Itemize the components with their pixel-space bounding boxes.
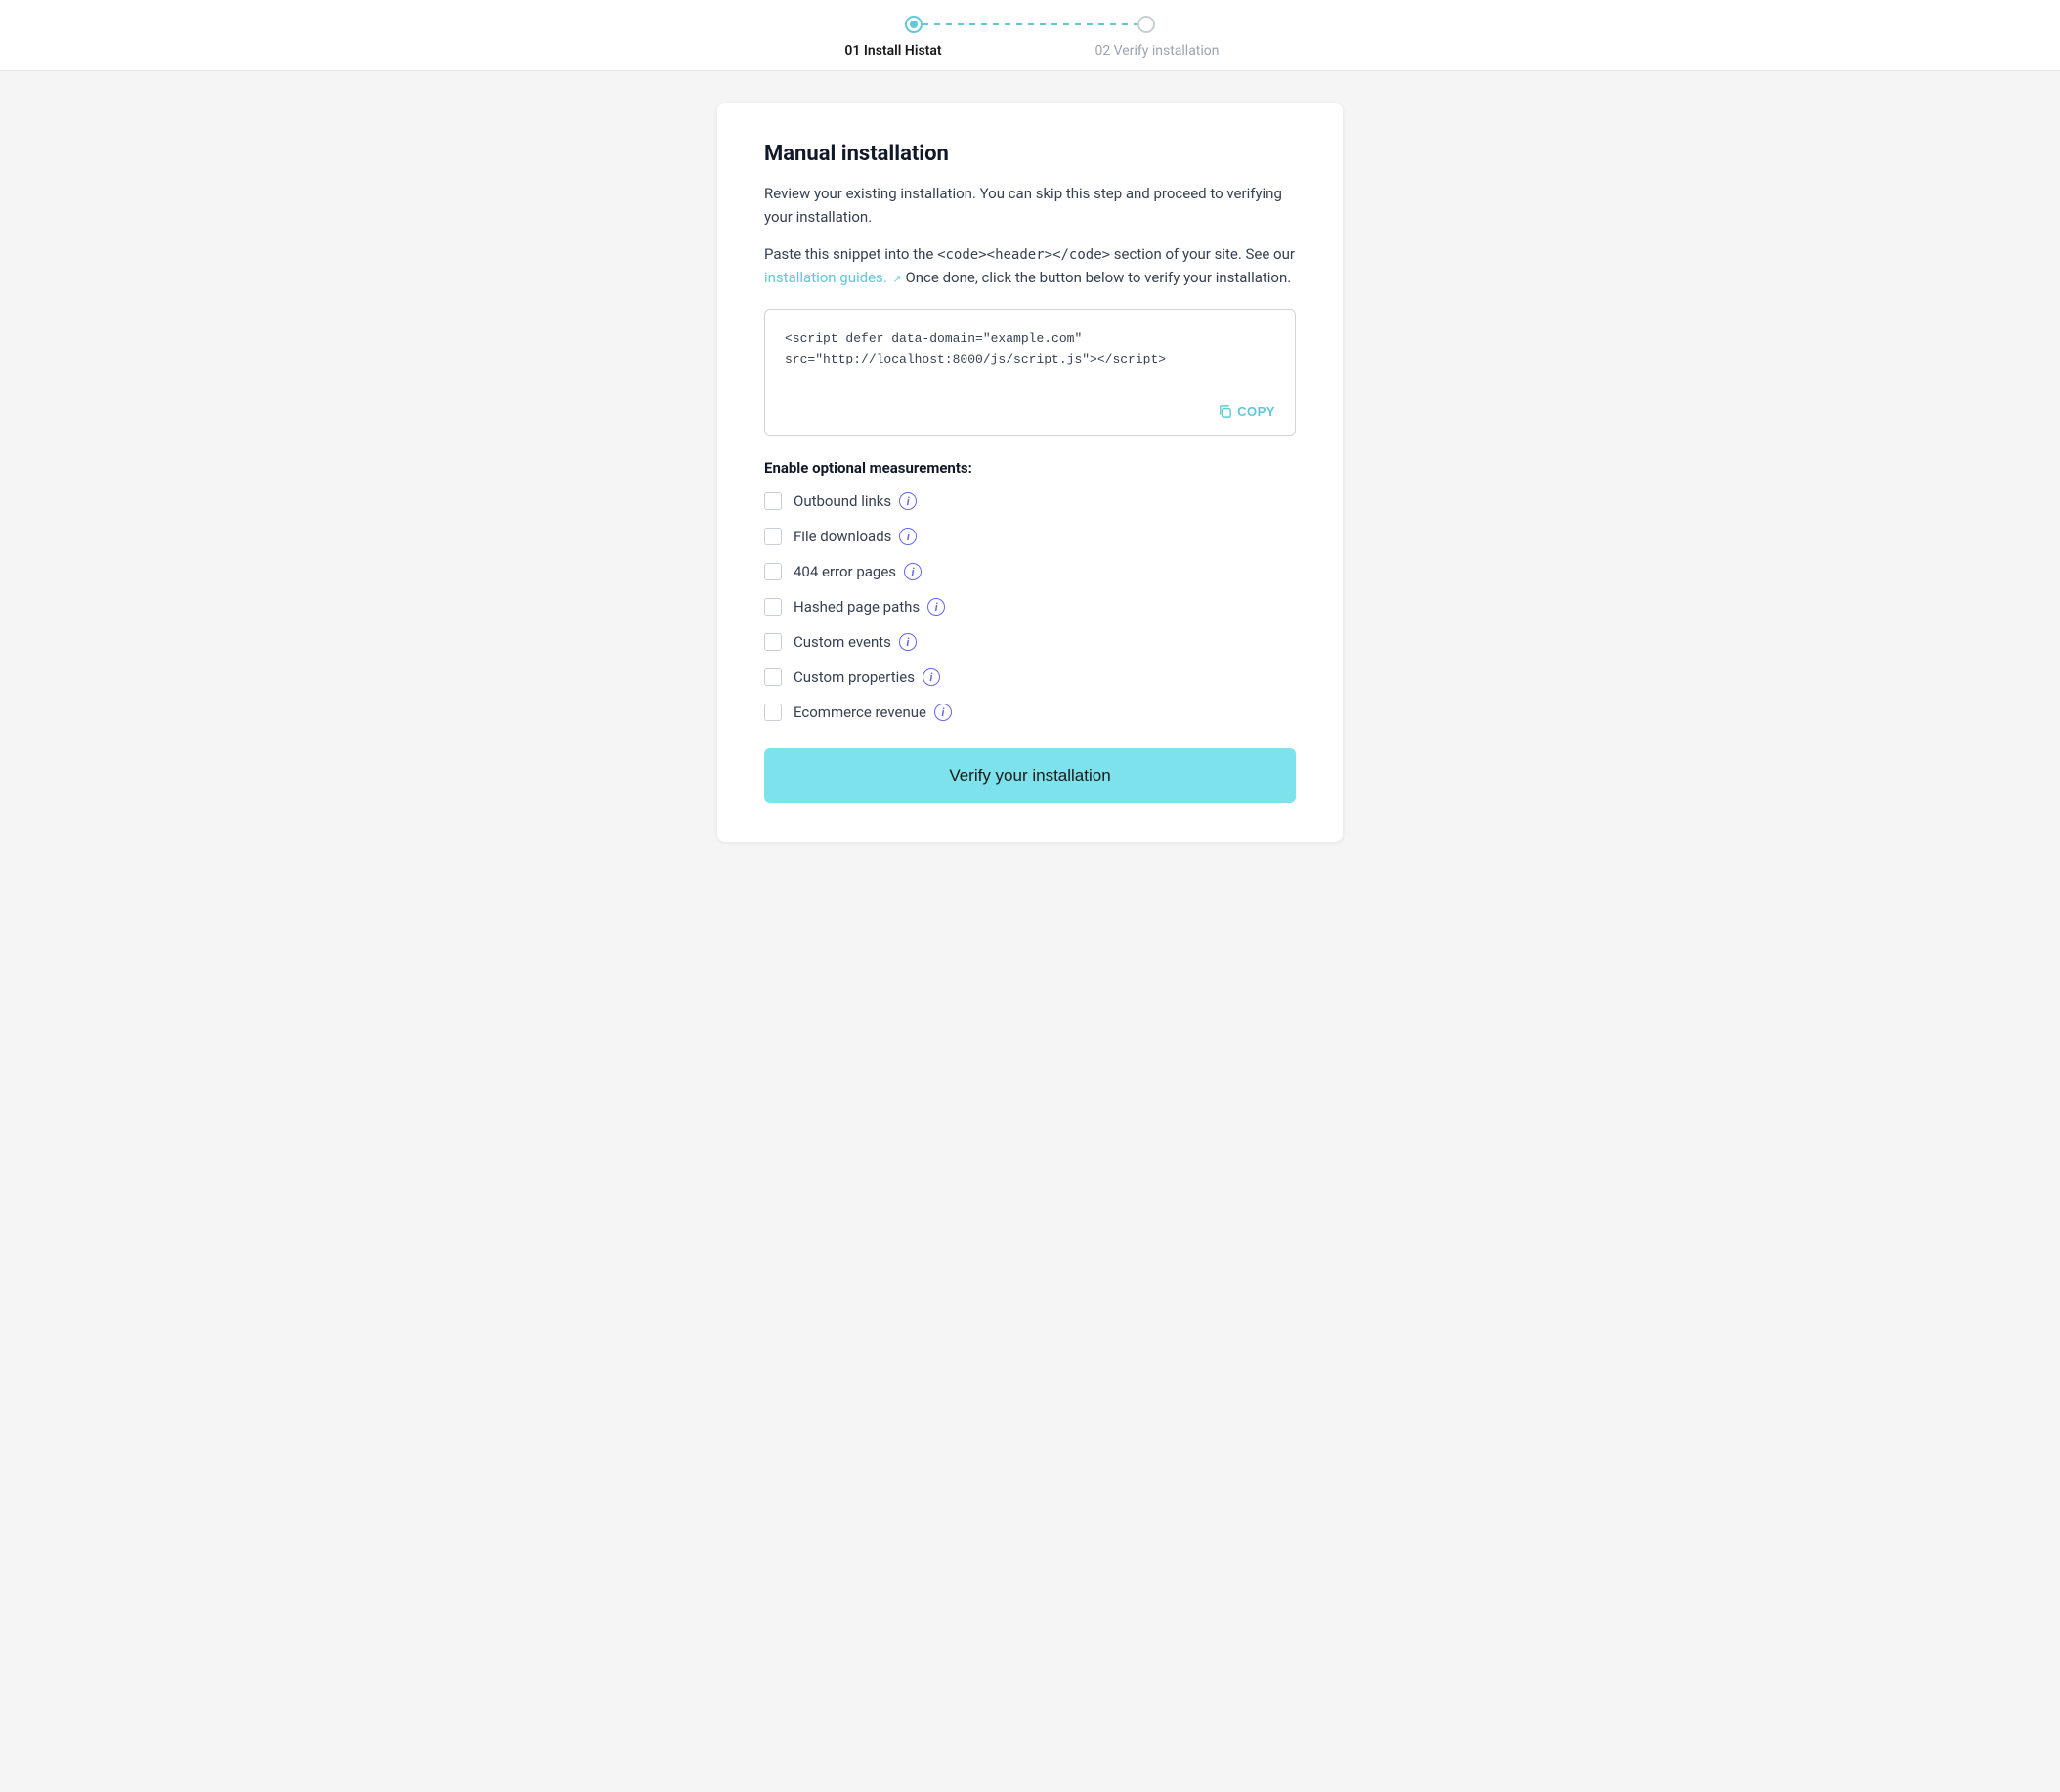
checkbox-row-custom-props: Custom properties i xyxy=(764,668,1296,686)
checkbox-custom-properties[interactable] xyxy=(764,668,782,686)
label-hashed-paths[interactable]: Hashed page paths i xyxy=(794,598,945,616)
info-icon-ecommerce[interactable]: i xyxy=(934,704,952,721)
label-outbound-links[interactable]: Outbound links i xyxy=(794,492,917,510)
info-icon-404[interactable]: i xyxy=(904,563,922,580)
step2-circle xyxy=(1137,16,1155,33)
checkbox-row-custom-events: Custom events i xyxy=(764,633,1296,651)
main-card: Manual installation Review your existing… xyxy=(717,103,1343,842)
checkbox-ecommerce[interactable] xyxy=(764,704,782,721)
installation-guides-link[interactable]: installation guides. ↗ xyxy=(764,269,902,286)
verify-installation-button[interactable]: Verify your installation xyxy=(764,748,1296,803)
step1-circle xyxy=(905,16,923,33)
stepper xyxy=(905,16,1155,33)
step2-label: 02 Verify installation xyxy=(1069,43,1245,59)
step-connector xyxy=(923,23,1137,25)
intro-paragraph-1: Review your existing installation. You c… xyxy=(764,182,1296,229)
external-link-icon: ↗ xyxy=(893,273,902,285)
copy-icon xyxy=(1218,405,1232,419)
checkbox-file-downloads[interactable] xyxy=(764,528,782,545)
checkbox-row-404: 404 error pages i xyxy=(764,563,1296,580)
checkbox-custom-events[interactable] xyxy=(764,633,782,651)
code-snippet-text: <script defer data-domain="example.com" … xyxy=(785,329,1275,370)
checkbox-outbound-links[interactable] xyxy=(764,492,782,510)
info-icon-downloads[interactable]: i xyxy=(899,528,917,545)
code-snippet-box: <script defer data-domain="example.com" … xyxy=(764,309,1296,436)
copy-button[interactable]: COPY xyxy=(1212,401,1281,423)
checkbox-row-outbound: Outbound links i xyxy=(764,492,1296,510)
label-404-pages[interactable]: 404 error pages i xyxy=(794,563,922,580)
label-custom-events[interactable]: Custom events i xyxy=(794,633,917,651)
info-icon-custom-events[interactable]: i xyxy=(899,633,917,651)
info-icon-custom-props[interactable]: i xyxy=(923,668,940,686)
label-ecommerce[interactable]: Ecommerce revenue i xyxy=(794,704,952,721)
label-file-downloads[interactable]: File downloads i xyxy=(794,528,917,545)
measurements-section: Enable optional measurements: Outbound l… xyxy=(764,459,1296,721)
copy-label: COPY xyxy=(1237,405,1275,419)
checkbox-row-file-downloads: File downloads i xyxy=(764,528,1296,545)
label-custom-properties[interactable]: Custom properties i xyxy=(794,668,940,686)
page-title: Manual installation xyxy=(764,142,1296,166)
checkbox-row-ecommerce: Ecommerce revenue i xyxy=(764,704,1296,721)
top-bar: 01 Install Histat 02 Verify installation xyxy=(0,0,2060,71)
code-tag: <code><header></code> xyxy=(937,247,1110,263)
checkbox-404-pages[interactable] xyxy=(764,563,782,580)
info-icon-outbound[interactable]: i xyxy=(899,492,917,510)
checkbox-row-hashed: Hashed page paths i xyxy=(764,598,1296,616)
step1-label: 01 Install Histat xyxy=(815,43,971,59)
measurements-title: Enable optional measurements: xyxy=(764,459,1296,477)
checkbox-hashed-paths[interactable] xyxy=(764,598,782,616)
step-labels: 01 Install Histat 02 Verify installation xyxy=(815,43,1245,59)
info-icon-hashed[interactable]: i xyxy=(927,598,945,616)
intro-paragraph-2: Paste this snippet into the <code><heade… xyxy=(764,242,1296,289)
